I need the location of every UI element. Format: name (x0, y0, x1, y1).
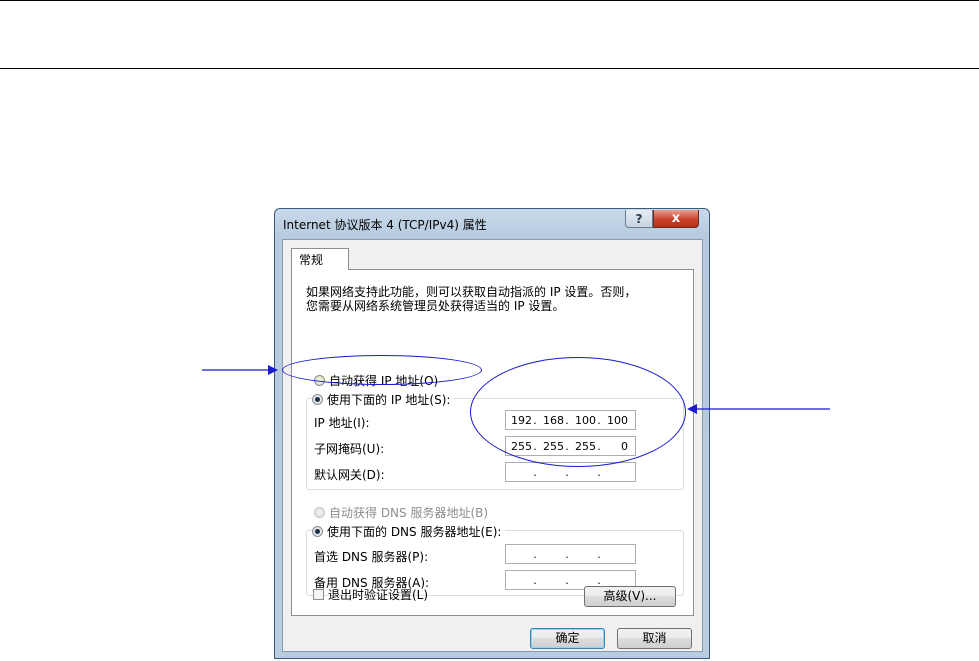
help-icon: ? (635, 212, 643, 226)
window-title: Internet 协议版本 4 (TCP/IPv4) 属性 (283, 218, 487, 232)
manual-dns-label: 使用下面的 DNS 服务器地址(E): (327, 525, 502, 539)
validate-settings-option[interactable]: 退出时验证设置(L) (313, 586, 428, 603)
annotation-ellipse-manual-ip (282, 355, 482, 385)
annotation-ellipse-ip-fields (470, 357, 686, 467)
auto-dns-option[interactable]: 自动获得 DNS 服务器地址(B) (314, 504, 488, 521)
subnet-mask-label: 子网掩码(U): (314, 442, 385, 456)
validate-settings-label: 退出时验证设置(L) (328, 588, 429, 602)
octet-separator: . (533, 547, 537, 561)
annotation-arrow-right-icon (687, 404, 830, 414)
auto-dns-label: 自动获得 DNS 服务器地址(B) (329, 506, 489, 520)
ip-address-label: IP 地址(I): (314, 416, 370, 430)
octet-separator: . (565, 547, 569, 561)
octet-separator: . (533, 465, 537, 479)
description-text: 如果网络支持此功能，则可以获取自动指派的 IP 设置。否则， 您需要从网络系统管… (306, 285, 696, 313)
tab-general-label: 常规 (299, 253, 324, 267)
description-line-2: 您需要从网络系统管理员处获得适当的 IP 设置。 (306, 299, 565, 313)
octet-separator: . (565, 573, 569, 587)
default-gateway-label: 默认网关(D): (314, 468, 385, 482)
manual-ip-option[interactable]: 使用下面的 IP 地址(S): (312, 391, 455, 408)
close-button[interactable]: x (653, 210, 699, 228)
description-line-1: 如果网络支持此功能，则可以获取自动指派的 IP 设置。否则， (306, 285, 637, 299)
manual-dns-option[interactable]: 使用下面的 DNS 服务器地址(E): (312, 523, 506, 540)
title-bar[interactable]: Internet 协议版本 4 (TCP/IPv4) 属性 ? x (275, 209, 709, 239)
octet-separator: . (597, 547, 601, 561)
tab-general[interactable]: 常规 (291, 248, 349, 270)
preferred-dns-label: 首选 DNS 服务器(P): (314, 550, 429, 564)
validate-settings-checkbox[interactable] (313, 589, 324, 600)
advanced-button[interactable]: 高级(V)... (584, 586, 676, 607)
ok-button[interactable]: 确定 (530, 628, 605, 649)
cancel-button[interactable]: 取消 (617, 628, 692, 649)
help-button[interactable]: ? (625, 210, 653, 228)
preferred-dns-input[interactable]: ... (505, 544, 636, 564)
octet-separator: . (597, 573, 601, 587)
manual-ip-radio[interactable] (312, 394, 323, 405)
octet-separator: . (533, 573, 537, 587)
close-icon: x (671, 211, 681, 226)
header-rule (0, 68, 979, 69)
manual-dns-radio[interactable] (312, 526, 323, 537)
top-rule (0, 0, 979, 1)
octet-separator: . (565, 465, 569, 479)
annotation-arrow-left-icon (202, 365, 278, 375)
octet-separator: . (597, 465, 601, 479)
manual-ip-label: 使用下面的 IP 地址(S): (327, 393, 451, 407)
auto-dns-radio[interactable] (314, 507, 325, 518)
